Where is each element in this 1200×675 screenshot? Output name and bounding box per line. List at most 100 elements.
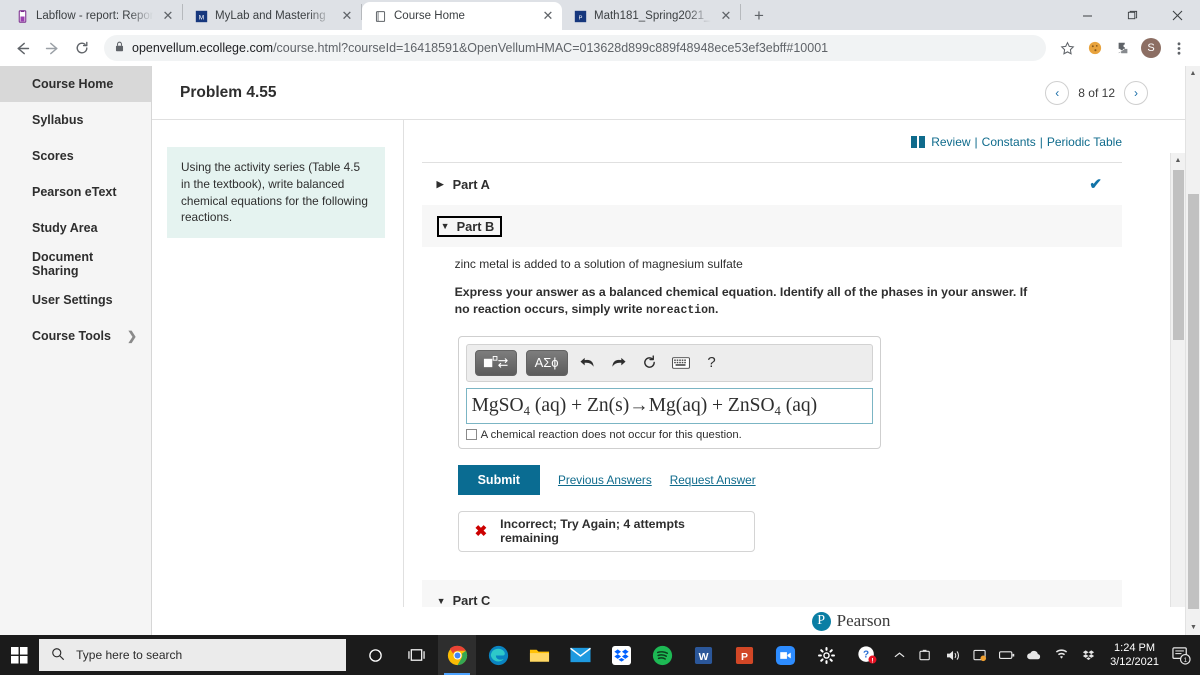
triangle-right-icon: ▶ (436, 178, 444, 189)
sidebar-item-label: Scores (32, 149, 74, 163)
svg-text:M: M (198, 14, 203, 21)
page-scrollbar[interactable]: ▲ ▼ (1185, 66, 1200, 635)
sidebar-item-user-settings[interactable]: User Settings (0, 282, 151, 318)
inner-scroll-thumb[interactable] (1173, 170, 1184, 340)
next-problem-button[interactable]: › (1124, 80, 1148, 105)
search-input[interactable]: Type here to search (39, 639, 347, 671)
sidebar-item-course-home[interactable]: Course Home (0, 66, 152, 102)
volume-icon[interactable] (940, 635, 966, 675)
mail-icon[interactable] (561, 635, 599, 675)
browser-tab-labflow[interactable]: Labflow - report: Report and Data ✕ (4, 2, 182, 30)
part-a-header[interactable]: ▶ Part A ✔ (422, 163, 1122, 205)
browser-tab-course-home[interactable]: Course Home ✕ (362, 2, 562, 30)
previous-answers-link[interactable]: Previous Answers (558, 473, 652, 487)
avatar[interactable]: S (1138, 35, 1164, 61)
display-icon[interactable] (967, 635, 993, 675)
page-content: Course Home Syllabus Scores Pearson eTex… (0, 66, 1200, 650)
show-hidden-icons[interactable] (886, 635, 912, 675)
cortana-icon[interactable] (356, 635, 394, 675)
page-scroll-up-arrow[interactable]: ▲ (1186, 66, 1200, 81)
windows-icon[interactable] (0, 635, 39, 675)
taskbar-clock[interactable]: 1:24 PM 3/12/2021 (1102, 641, 1167, 669)
review-link[interactable]: Review (931, 135, 970, 149)
chrome-icon[interactable] (438, 635, 477, 675)
browser-tab-mylab[interactable]: M MyLab and Mastering ✕ (183, 2, 361, 30)
close-icon[interactable]: ✕ (540, 8, 556, 24)
help-icon[interactable]: ?! (848, 635, 886, 675)
reload-icon[interactable] (68, 34, 96, 62)
undo-icon[interactable] (577, 355, 599, 370)
part-b-header[interactable]: ▼ Part B (421, 205, 1122, 247)
windows-taskbar: Type here to search W P ? ! 1:24 PM 3/12… (0, 635, 1200, 675)
sidebar-item-course-tools[interactable]: Course Tools ❯ (0, 318, 151, 354)
file-explorer-icon[interactable] (520, 635, 558, 675)
reset-icon[interactable] (639, 355, 661, 370)
page-scroll-thumb[interactable] (1188, 194, 1199, 609)
close-button[interactable] (1155, 0, 1200, 30)
maximize-button[interactable] (1110, 0, 1155, 30)
constants-link[interactable]: Constants (982, 135, 1036, 149)
course-sidebar: Course Home Syllabus Scores Pearson eTex… (0, 66, 153, 635)
svg-text:P: P (741, 651, 748, 662)
taskbar-pinned-apps: W P ?! (356, 635, 886, 675)
part-b-label: Part B (456, 218, 495, 234)
star-icon[interactable] (1054, 35, 1080, 61)
zoom-icon[interactable] (766, 635, 804, 675)
cookie-icon[interactable] (1082, 35, 1108, 61)
onedrive-sync-icon[interactable] (913, 635, 939, 675)
answer-input[interactable]: MgSO4 (aq) + Zn(s)→Mg(aq) + ZnSO4 (aq) (465, 387, 873, 424)
dropbox-tray-icon[interactable] (1075, 635, 1101, 675)
problem-counter: 8 of 12 (1078, 85, 1115, 100)
request-answer-link[interactable]: Request Answer (670, 473, 756, 487)
page-scroll-down-arrow[interactable]: ▼ (1186, 620, 1200, 635)
no-reaction-checkbox[interactable] (465, 429, 477, 441)
part-b-body: zinc metal is added to a solution of mag… (422, 247, 1122, 558)
close-icon[interactable]: ✕ (718, 8, 734, 24)
checkmark-icon: ✔ (1089, 176, 1102, 193)
back-icon[interactable] (8, 34, 36, 62)
problem-pager: ‹ 8 of 12 › (1045, 80, 1148, 105)
resource-links: Review | Constants | Periodic Table (404, 120, 1200, 149)
svg-text:W: W (698, 651, 708, 662)
search-icon (51, 647, 65, 664)
scroll-up-arrow[interactable]: ▲ (1171, 153, 1185, 168)
sidebar-item-scores[interactable]: Scores (0, 138, 151, 174)
submit-button[interactable]: Submit (457, 464, 540, 495)
sidebar-item-study-area[interactable]: Study Area (0, 210, 151, 246)
battery-icon[interactable] (994, 635, 1020, 675)
no-reaction-row[interactable]: A chemical reaction does not occur for t… (465, 429, 873, 441)
new-tab-button[interactable]: + (745, 2, 773, 30)
keyboard-icon[interactable] (670, 356, 692, 369)
inner-scrollbar[interactable]: ▲ ▼ (1170, 153, 1185, 635)
browser-tab-syllabus-pdf[interactable]: P Math181_Spring2021_Syllabus.pdf ✕ (562, 2, 740, 30)
notification-icon[interactable]: 1 (1168, 635, 1194, 675)
puzzle-icon[interactable] (1110, 35, 1136, 61)
minimize-button[interactable] (1065, 0, 1110, 30)
wifi-icon[interactable] (1048, 635, 1074, 675)
sidebar-item-document-sharing[interactable]: Document Sharing (0, 246, 151, 282)
kebab-menu-icon[interactable] (1166, 35, 1192, 61)
part-a-label: Part A (452, 176, 490, 192)
address-bar[interactable]: openvellum.ecollege.com/course.html?cour… (104, 35, 1046, 61)
help-icon[interactable]: ? (701, 354, 723, 371)
forward-icon[interactable] (38, 34, 66, 62)
sidebar-item-pearson-etext[interactable]: Pearson eText (0, 174, 151, 210)
sidebar-item-label: Syllabus (32, 113, 84, 127)
edge-icon[interactable] (479, 635, 517, 675)
word-icon[interactable]: W (684, 635, 722, 675)
settings-icon[interactable] (807, 635, 845, 675)
prev-problem-button[interactable]: ‹ (1045, 80, 1070, 105)
greek-symbols-button[interactable]: ΑΣϕ (525, 349, 568, 376)
spotify-icon[interactable] (643, 635, 681, 675)
feedback-text: Incorrect; Try Again; 4 attempts remaini… (500, 517, 685, 546)
powerpoint-icon[interactable]: P (725, 635, 763, 675)
periodic-table-link[interactable]: Periodic Table (1047, 135, 1122, 149)
task-view-icon[interactable] (397, 635, 435, 675)
sidebar-item-syllabus[interactable]: Syllabus (0, 102, 151, 138)
template-button[interactable] (474, 349, 517, 376)
close-icon[interactable]: ✕ (339, 8, 355, 24)
redo-icon[interactable] (608, 355, 630, 370)
cloud-icon[interactable] (1021, 635, 1047, 675)
dropbox-icon[interactable] (602, 635, 640, 675)
close-icon[interactable]: ✕ (160, 8, 176, 24)
